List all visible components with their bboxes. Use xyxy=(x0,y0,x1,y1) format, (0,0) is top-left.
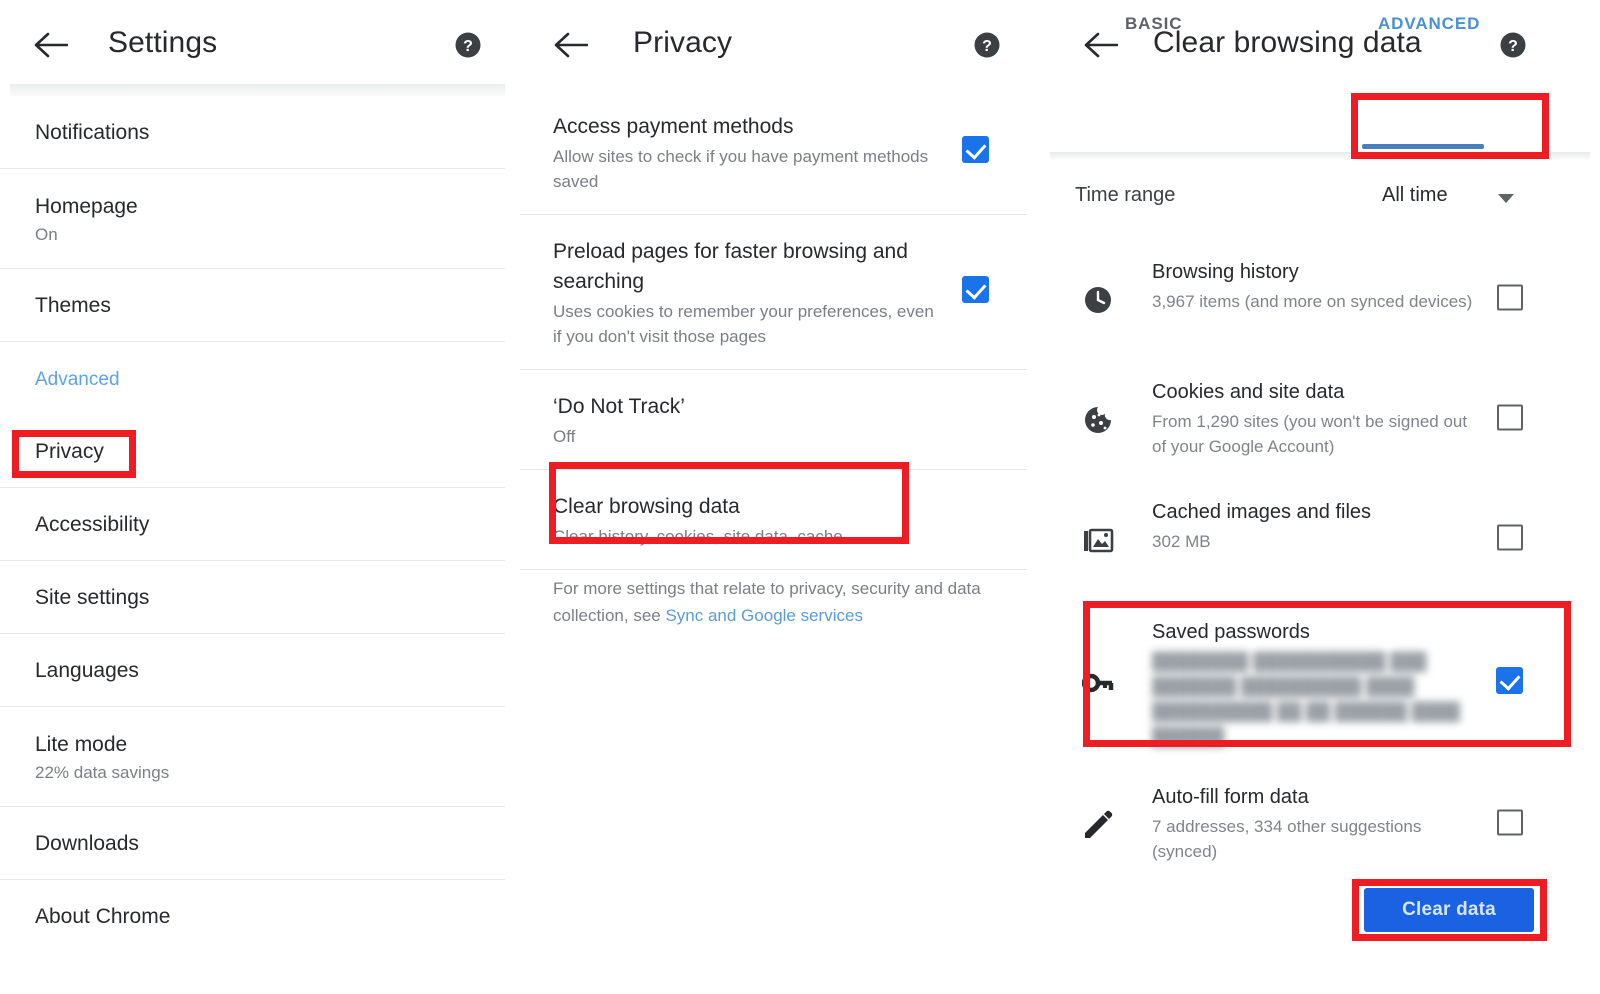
help-icon[interactable]: ? xyxy=(1500,32,1526,58)
photo-stack-icon xyxy=(1082,524,1114,556)
settings-appbar: Settings ? xyxy=(0,0,520,88)
sidebar-item-about-chrome[interactable]: About Chrome xyxy=(0,880,505,953)
settings-list: Notifications Homepage On Themes Advance… xyxy=(0,96,520,953)
sidebar-item-accessibility[interactable]: Accessibility xyxy=(0,488,505,561)
page-title: Settings xyxy=(108,26,218,59)
privacy-item-access-payment-methods[interactable]: Access payment methods Allow sites to ch… xyxy=(520,90,1027,215)
time-range-label: Time range xyxy=(1075,184,1176,206)
list-item-title: Languages xyxy=(35,659,139,682)
list-item-title: Clear browsing data xyxy=(553,495,740,518)
section-header-label: Advanced xyxy=(35,369,120,390)
clock-icon xyxy=(1082,284,1114,316)
back-arrow-icon[interactable] xyxy=(1084,30,1118,60)
checkbox-saved-passwords[interactable] xyxy=(1496,666,1523,699)
cbd-item-saved-passwords[interactable]: Saved passwords ████████ ███████████ ███… xyxy=(1050,600,1600,765)
sidebar-item-downloads[interactable]: Downloads xyxy=(0,807,505,880)
sidebar-item-languages[interactable]: Languages xyxy=(0,634,505,707)
back-arrow-icon[interactable] xyxy=(34,30,68,60)
key-icon xyxy=(1082,667,1114,699)
privacy-footer-note: For more settings that relate to privacy… xyxy=(553,575,1003,629)
pencil-icon xyxy=(1082,809,1114,841)
list-item-title: Saved passwords xyxy=(1152,621,1310,643)
three-panel-walkthrough: Settings ? Notifications Homepage On The… xyxy=(0,0,1600,994)
list-item-subtitle: 7 addresses, 334 other suggestions (sync… xyxy=(1152,817,1422,861)
checkbox-cookies-and-site-data[interactable] xyxy=(1497,404,1523,436)
checkbox-access-payment-methods[interactable] xyxy=(962,136,989,168)
cbd-item-browsing-history[interactable]: Browsing history 3,967 items (and more o… xyxy=(1050,240,1600,360)
scroll-shadow xyxy=(10,84,505,96)
list-item-title: Cookies and site data xyxy=(1152,381,1345,403)
help-icon[interactable]: ? xyxy=(455,32,481,58)
back-arrow-icon[interactable] xyxy=(554,30,588,60)
cbd-item-cookies-and-site-data[interactable]: Cookies and site data From 1,290 sites (… xyxy=(1050,360,1600,480)
list-item-subtitle: 22% data savings xyxy=(35,763,170,782)
chevron-down-icon[interactable] xyxy=(1498,194,1514,203)
sidebar-item-privacy[interactable]: Privacy xyxy=(0,415,505,488)
checkbox-browsing-history[interactable] xyxy=(1497,284,1523,316)
tab-active-indicator xyxy=(1362,144,1484,149)
list-item-subtitle: 302 MB xyxy=(1152,532,1211,551)
checkbox-cached-images-and-files[interactable] xyxy=(1497,524,1523,556)
list-item-subtitle: From 1,290 sites (you won't be signed ou… xyxy=(1152,412,1468,456)
list-item-title: Access payment methods xyxy=(553,115,794,138)
tab-basic[interactable]: BASIC xyxy=(1125,14,1182,34)
privacy-list: Access payment methods Allow sites to ch… xyxy=(520,90,1040,570)
list-item-title: Privacy xyxy=(35,440,104,463)
cbd-item-cached-images-and-files[interactable]: Cached images and files 302 MB xyxy=(1050,480,1600,600)
cbd-tabbar xyxy=(1050,92,1600,154)
list-item-title: Browsing history xyxy=(1152,261,1299,283)
list-item-title: Site settings xyxy=(35,586,150,609)
checkbox-preload-pages[interactable] xyxy=(962,276,989,308)
list-item-title: Accessibility xyxy=(35,513,150,536)
sidebar-item-homepage[interactable]: Homepage On xyxy=(0,169,505,269)
sidebar-item-notifications[interactable]: Notifications xyxy=(0,96,505,169)
cookie-icon xyxy=(1082,404,1114,436)
privacy-appbar: Privacy ? xyxy=(520,0,1040,88)
list-item-title: Notifications xyxy=(35,121,150,144)
section-header-advanced: Advanced xyxy=(0,342,505,415)
privacy-item-clear-browsing-data[interactable]: Clear browsing data Clear history, cooki… xyxy=(520,470,1027,570)
sync-and-google-services-link[interactable]: Sync and Google services xyxy=(665,606,863,625)
privacy-item-preload-pages[interactable]: Preload pages for faster browsing and se… xyxy=(520,215,1027,370)
time-range-selector[interactable]: Time range All time xyxy=(1050,176,1600,222)
list-item-subtitle: 3,967 items (and more on synced devices) xyxy=(1152,292,1473,311)
list-item-title: Themes xyxy=(35,294,111,317)
list-item-subtitle: Allow sites to check if you have payment… xyxy=(553,147,929,191)
list-item-subtitle: Clear history, cookies, site data, cache… xyxy=(553,527,860,546)
list-item-subtitle: On xyxy=(35,225,58,244)
list-item-title: Downloads xyxy=(35,832,139,855)
svg-text:?: ? xyxy=(1508,38,1518,55)
help-icon[interactable]: ? xyxy=(974,32,1000,58)
list-item-subtitle-redacted: ████████ ███████████ ███ ███████ ███████… xyxy=(1152,652,1460,746)
privacy-item-do-not-track[interactable]: ‘Do Not Track’ Off xyxy=(520,370,1027,470)
list-item-title: Lite mode xyxy=(35,733,128,756)
checkbox-auto-fill-form-data[interactable] xyxy=(1497,809,1523,841)
clear-data-button[interactable]: Clear data xyxy=(1364,888,1534,932)
tab-advanced[interactable]: ADVANCED xyxy=(1378,14,1480,34)
settings-panel: Settings ? Notifications Homepage On The… xyxy=(0,0,520,994)
list-item-title: Auto-fill form data xyxy=(1152,786,1309,808)
tabbar-divider xyxy=(1050,152,1590,160)
list-item-title: Cached images and files xyxy=(1152,501,1372,523)
list-item-subtitle: Off xyxy=(553,427,576,446)
sidebar-item-site-settings[interactable]: Site settings xyxy=(0,561,505,634)
clear-data-options-list: Browsing history 3,967 items (and more o… xyxy=(1050,240,1600,885)
list-item-title: ‘Do Not Track’ xyxy=(553,395,685,418)
cbd-item-auto-fill-form-data[interactable]: Auto-fill form data 7 addresses, 334 oth… xyxy=(1050,765,1600,885)
list-item-subtitle: Uses cookies to remember your preference… xyxy=(553,302,934,346)
sidebar-item-themes[interactable]: Themes xyxy=(0,269,505,342)
time-range-value: All time xyxy=(1382,184,1448,206)
list-item-title: About Chrome xyxy=(35,905,171,928)
svg-text:?: ? xyxy=(463,38,473,55)
sidebar-item-lite-mode[interactable]: Lite mode 22% data savings xyxy=(0,707,505,807)
svg-text:?: ? xyxy=(982,38,992,55)
page-title: Privacy xyxy=(633,26,733,59)
list-item-title: Preload pages for faster browsing and se… xyxy=(553,240,908,293)
list-item-title: Homepage xyxy=(35,195,138,218)
